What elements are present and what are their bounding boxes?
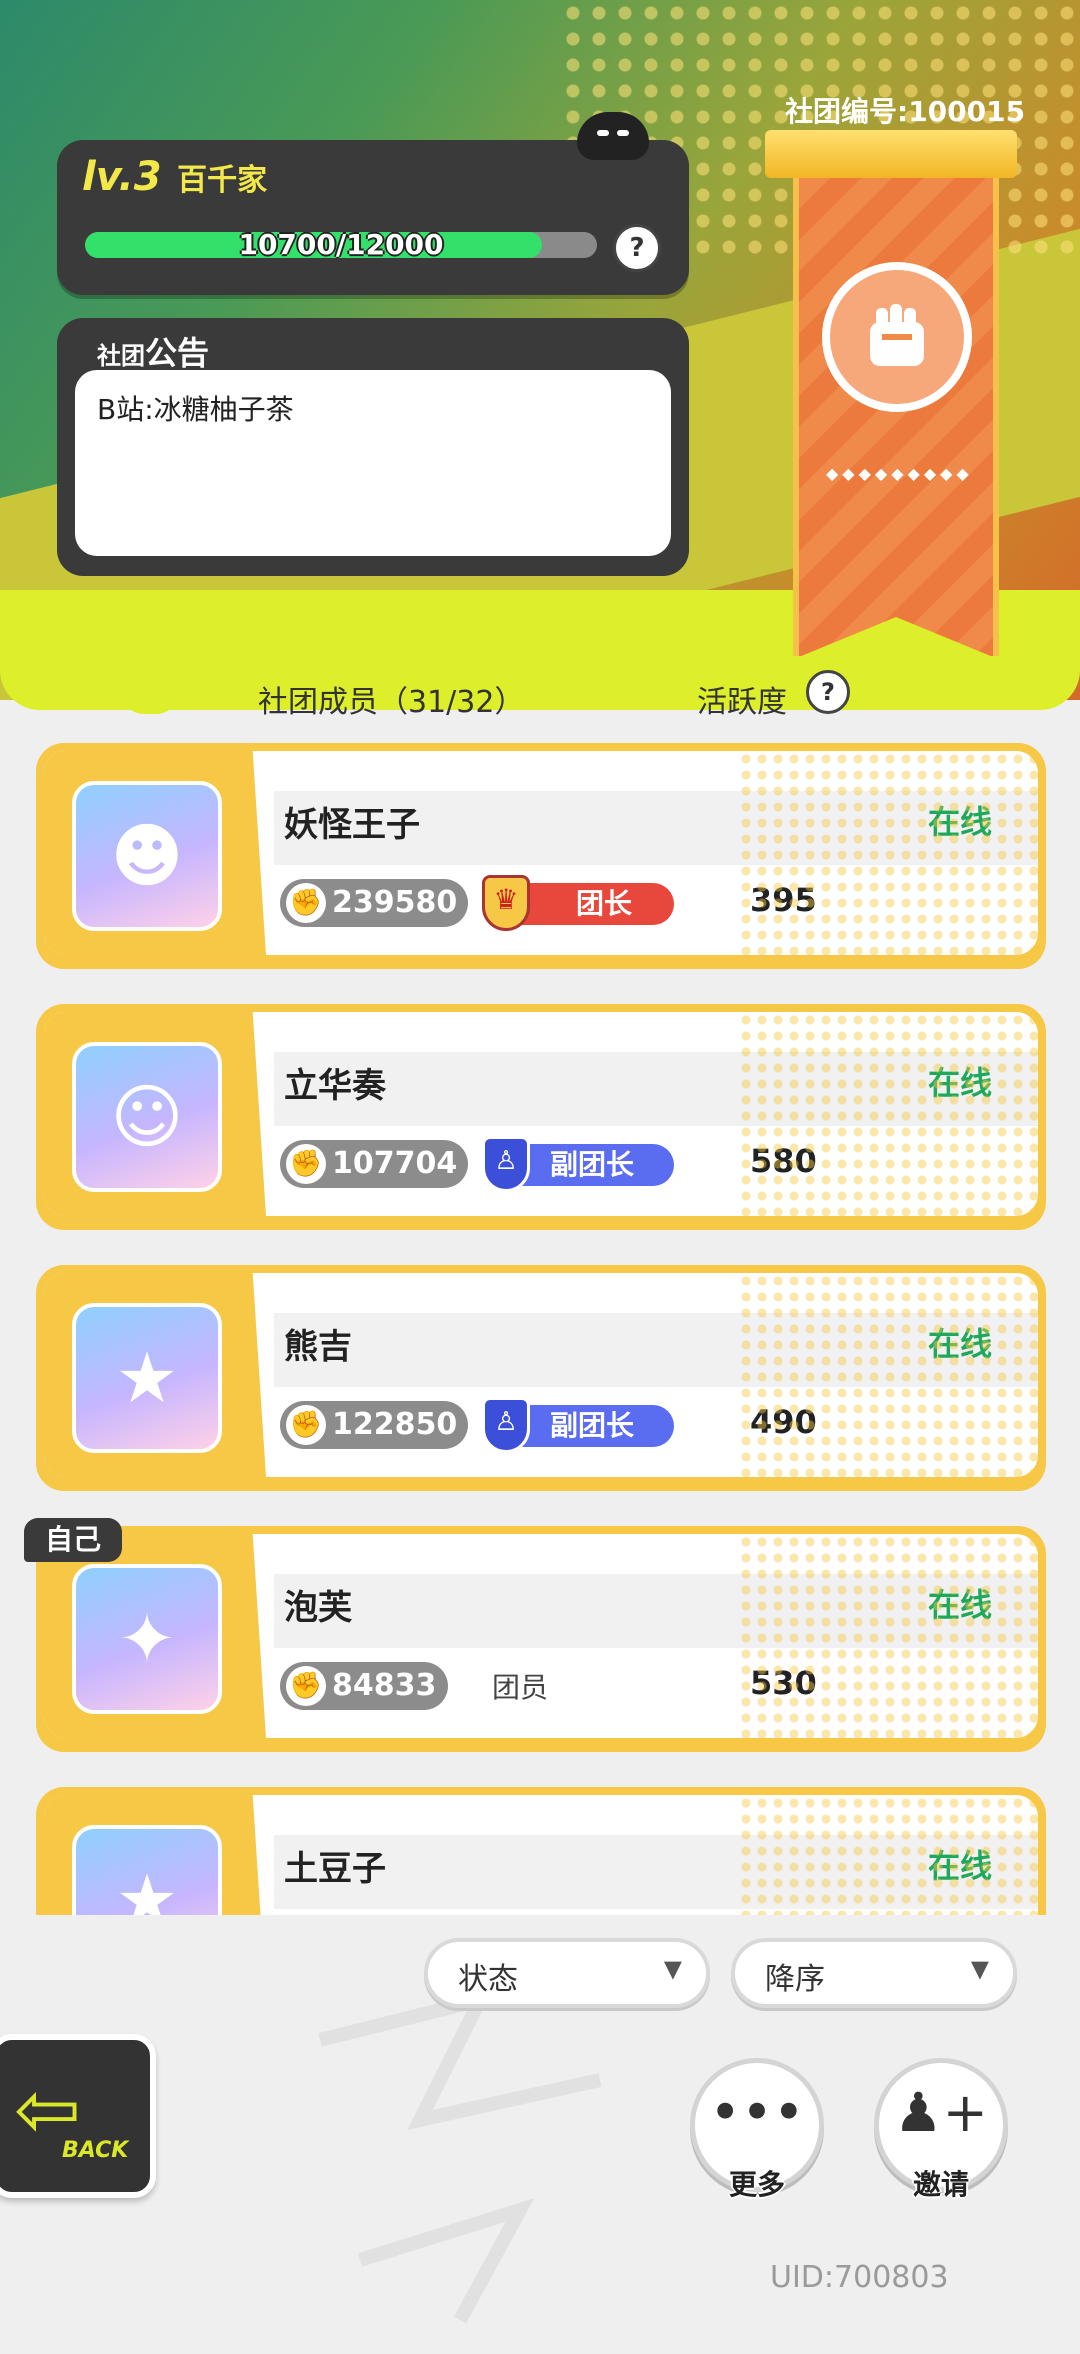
club-level-name: 百千家 [177, 163, 268, 198]
member-power: ✊ 239580 [280, 879, 468, 927]
member-activity: 490 [750, 1403, 817, 1441]
status-filter-dropdown[interactable]: 状态 ▾ [424, 1938, 710, 2008]
member-list[interactable]: ☻ 妖怪王子 在线 ✊ 239580 团长 ♛ 395 ☺ 立华奏 在线 ✊ 1 [0, 735, 1080, 1915]
member-card[interactable]: ☺ 立华奏 在线 ✊ 107704 副团长 ♙ 580 [36, 1004, 1046, 1230]
back-button[interactable]: ⇦ BACK [0, 2034, 156, 2198]
notice-box[interactable]: B站:冰糖柚子茶 [75, 370, 671, 556]
member-status: 在线 [927, 1064, 992, 1102]
person-icon: ♙ [482, 1136, 530, 1192]
member-power: ✊ 122850 [280, 1401, 468, 1449]
member-status: 在线 [927, 1325, 992, 1363]
add-user-icon: ♟+ [894, 2081, 988, 2144]
self-tag: 自己 [24, 1518, 122, 1562]
member-status: 在线 [927, 1586, 992, 1624]
club-level: lv.3 [82, 154, 162, 200]
member-name: 熊吉 [284, 1327, 352, 1367]
person-icon: ♙ [482, 1397, 530, 1453]
member-name: 土豆子 [284, 1849, 386, 1889]
level-help-icon[interactable]: ? [613, 224, 661, 272]
member-card-self[interactable]: ✦ 泡芙 在线 ✊ 84833 团员 530 [36, 1526, 1046, 1752]
member-power: ✊ 84833 [280, 1662, 448, 1710]
member-card[interactable]: ★ 熊吉 在线 ✊ 122850 副团长 ♙ 490 [36, 1265, 1046, 1491]
role-badge: 团长 ♛ [482, 875, 674, 931]
member-name: 妖怪王子 [284, 805, 420, 845]
mascot-blob-icon [577, 112, 649, 160]
member-status: 在线 [927, 1847, 992, 1885]
member-activity: 530 [750, 1664, 817, 1702]
crown-icon: ♛ [482, 875, 530, 931]
club-id: 社团编号:100015 [785, 95, 1026, 128]
member-avatar[interactable]: ☺ [72, 1042, 222, 1192]
member-name: 泡芙 [284, 1588, 352, 1628]
xp-progress-bar: 10700/12000 [85, 232, 597, 258]
member-avatar[interactable]: ★ [72, 1825, 222, 1915]
chevron-down-icon: ▾ [970, 1948, 989, 1989]
member-activity: 580 [750, 1142, 817, 1180]
order-sort-dropdown[interactable]: 降序 ▾ [731, 1938, 1017, 2008]
more-button[interactable]: ••• 更多 [690, 2058, 824, 2201]
member-card[interactable]: ★ 土豆子 在线 [36, 1787, 1046, 1915]
banner-rod [765, 130, 1017, 178]
banner-decoration: ◆◆◆◆◆◆◆◆◆ [826, 464, 973, 483]
member-avatar[interactable]: ☻ [72, 781, 222, 931]
xp-progress-text: 10700/12000 [238, 232, 444, 258]
fist-icon: ✊ [286, 1666, 326, 1706]
role-label: 团员 [492, 1671, 549, 1704]
member-card[interactable]: ☻ 妖怪王子 在线 ✊ 239580 团长 ♛ 395 [36, 743, 1046, 969]
member-status: 在线 [927, 803, 992, 841]
member-avatar[interactable]: ★ [72, 1303, 222, 1453]
notice-panel: 社团公告 B站:冰糖柚子茶 [57, 318, 689, 576]
more-dots-icon: ••• [709, 2081, 805, 2144]
user-uid: UID:700803 [770, 2260, 949, 2295]
member-activity: 395 [750, 881, 817, 919]
fist-icon: ✊ [286, 883, 326, 923]
club-fist-emblem-icon [822, 262, 972, 412]
activity-help-icon[interactable]: ? [806, 670, 850, 714]
members-count-header: 社团成员（31/32） [258, 685, 525, 720]
notice-text: B站:冰糖柚子茶 [97, 393, 294, 426]
slime-drip [120, 690, 180, 714]
chevron-down-icon: ▾ [663, 1948, 682, 1989]
fist-icon: ✊ [286, 1405, 326, 1445]
member-power: ✊ 107704 [280, 1140, 468, 1188]
role-badge: 副团长 ♙ [482, 1397, 674, 1453]
invite-button[interactable]: ♟+ 邀请 [874, 2058, 1008, 2201]
member-name: 立华奏 [284, 1066, 386, 1106]
member-avatar[interactable]: ✦ [72, 1564, 222, 1714]
fist-icon: ✊ [286, 1144, 326, 1184]
role-badge: 副团长 ♙ [482, 1136, 674, 1192]
club-banner[interactable] [793, 178, 999, 657]
activity-header: 活跃度 [697, 685, 787, 720]
club-level-panel: lv.3 百千家 10700/12000 ? [57, 112, 689, 295]
notice-label: 社团公告 [97, 334, 210, 372]
